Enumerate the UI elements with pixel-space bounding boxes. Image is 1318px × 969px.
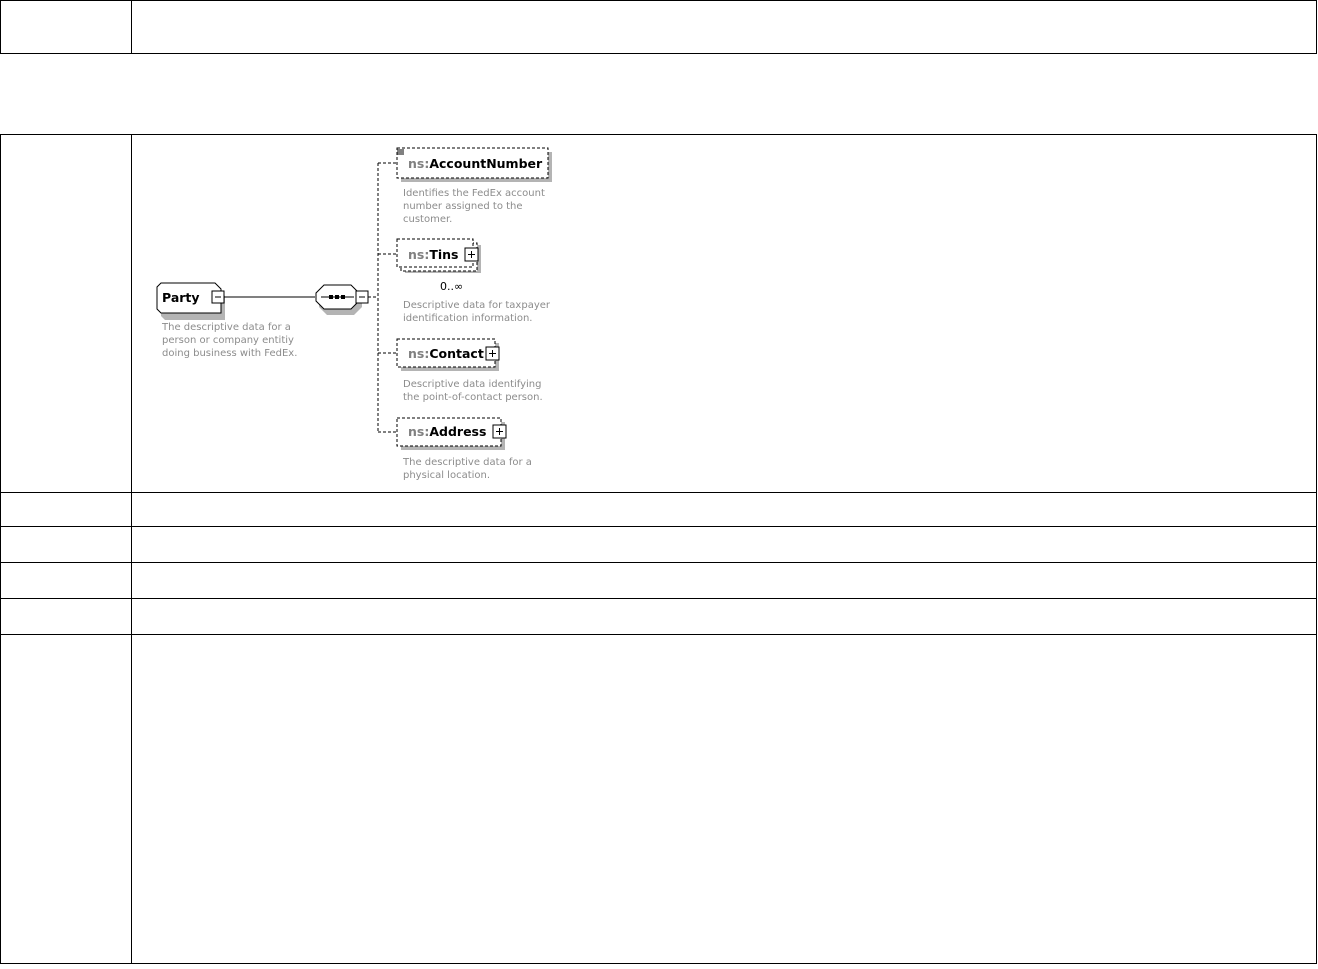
expand-icon[interactable] <box>485 346 500 361</box>
branch-connectors <box>368 162 396 433</box>
element-name: Contact <box>429 346 483 361</box>
child-element-label: ns:Tins <box>408 247 459 262</box>
child-element-label: ns:AccountNumber <box>408 156 543 171</box>
element-name: AccountNumber <box>429 156 543 171</box>
doc-line: number assigned to the <box>403 201 523 212</box>
top-table-value-cell <box>131 0 1317 54</box>
element-name: Address <box>429 424 486 439</box>
namespace-prefix: ns: <box>408 346 429 361</box>
sequence-compositor[interactable] <box>315 284 369 315</box>
property-label-cell <box>0 598 132 635</box>
doc-line: The descriptive data for a <box>402 457 532 468</box>
source-label-cell <box>0 634 132 964</box>
child-element-label: ns:Address <box>408 424 486 439</box>
property-value-cell <box>131 598 1317 635</box>
property-label-cell <box>0 492 132 527</box>
diagram-label-cell <box>0 134 132 493</box>
top-table <box>0 0 1317 54</box>
property-value-cell <box>131 492 1317 527</box>
child-element-tins[interactable]: ns:Tins 0..∞ Descriptive data for taxpay… <box>396 238 551 324</box>
child-element-label: ns:Contact <box>408 346 484 361</box>
top-table-label-cell <box>0 0 132 54</box>
child-element-address[interactable]: ns:Address The descriptive data for a ph… <box>396 417 532 481</box>
property-label-cell <box>0 526 132 563</box>
doc-line: physical location. <box>403 470 490 481</box>
root-doc-line-2: person or company entitiy <box>162 335 294 346</box>
occurrence-label: 0..∞ <box>440 280 463 293</box>
sequence-dot <box>335 295 339 299</box>
child-element-contact[interactable]: ns:Contact Descriptive data identifying … <box>396 338 543 403</box>
namespace-prefix: ns: <box>408 156 429 171</box>
namespace-prefix: ns: <box>408 424 429 439</box>
doc-line: Descriptive data identifying <box>403 379 542 390</box>
expand-icon[interactable] <box>464 247 479 262</box>
doc-line: Identifies the FedEx account <box>403 188 545 199</box>
doc-line: the point-of-contact person. <box>403 392 543 403</box>
namespace-prefix: ns: <box>408 247 429 262</box>
source-value-cell <box>131 634 1317 964</box>
schema-diagram: Party The descriptive data for a person … <box>156 147 552 481</box>
doc-line: identification information. <box>403 313 532 324</box>
collapse-icon[interactable] <box>355 290 369 304</box>
doc-line: customer. <box>403 214 452 225</box>
expand-icon[interactable] <box>492 424 507 439</box>
child-element-account-number[interactable]: ns:AccountNumber Identifies the FedEx ac… <box>396 147 552 225</box>
sequence-dot <box>341 295 345 299</box>
diagram-cell: Party The descriptive data for a person … <box>131 134 1317 493</box>
property-value-cell <box>131 562 1317 599</box>
main-table: Party The descriptive data for a person … <box>0 134 1317 964</box>
doc-line: Descriptive data for taxpayer <box>403 300 551 311</box>
root-element-party[interactable]: Party The descriptive data for a person … <box>156 282 297 359</box>
root-doc-line-1: The descriptive data for a <box>161 322 291 333</box>
property-label-cell <box>0 562 132 599</box>
property-value-cell <box>131 526 1317 563</box>
sequence-dot <box>329 295 333 299</box>
root-doc-line-3: doing business with FedEx. <box>162 348 297 359</box>
collapse-icon[interactable] <box>211 290 225 304</box>
element-name: Tins <box>429 247 458 262</box>
root-element-name: Party <box>162 290 200 305</box>
